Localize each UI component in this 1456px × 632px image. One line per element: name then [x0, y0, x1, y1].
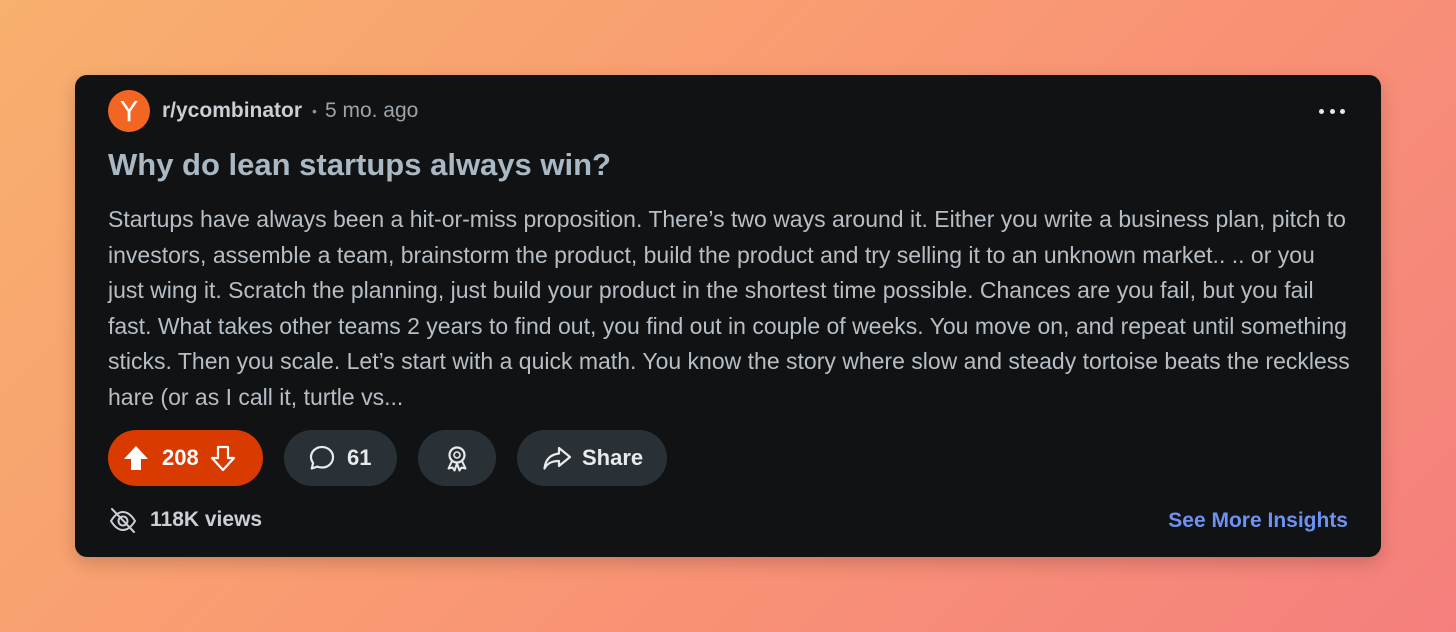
action-bar: 208 61 Share: [108, 430, 667, 486]
comments-button[interactable]: 61: [284, 430, 397, 486]
post-body[interactable]: Startups have always been a hit-or-miss …: [108, 202, 1353, 415]
award-icon: [443, 444, 471, 472]
post-age: 5 mo. ago: [324, 99, 419, 122]
comment-count: 61: [347, 445, 372, 470]
comment-bubble-icon: [308, 444, 336, 472]
separator-dot: •: [312, 103, 317, 119]
share-label: Share: [582, 445, 644, 470]
see-more-insights-link[interactable]: See More Insights: [1168, 509, 1348, 533]
views-eye-icon: [108, 505, 138, 535]
views-count: 118K views: [150, 508, 263, 531]
more-options-icon[interactable]: [1319, 101, 1345, 121]
vote-count: 208: [162, 445, 199, 470]
award-button[interactable]: [418, 430, 496, 486]
views-stat: 118K views: [108, 505, 262, 535]
subreddit-name[interactable]: r/ycombinator: [162, 99, 302, 123]
share-arrow-icon: [542, 444, 572, 472]
upvote-icon[interactable]: [122, 444, 150, 472]
downvote-icon[interactable]: [209, 444, 237, 472]
vote-pill: 208: [108, 430, 263, 486]
post-header: Y r/ycombinator • 5 mo. ago: [108, 90, 418, 132]
share-button[interactable]: Share: [517, 430, 667, 486]
post-card[interactable]: Y r/ycombinator • 5 mo. ago Why do lean …: [75, 75, 1381, 557]
subreddit-avatar[interactable]: Y: [108, 90, 150, 132]
post-title[interactable]: Why do lean startups always win?: [108, 147, 611, 183]
